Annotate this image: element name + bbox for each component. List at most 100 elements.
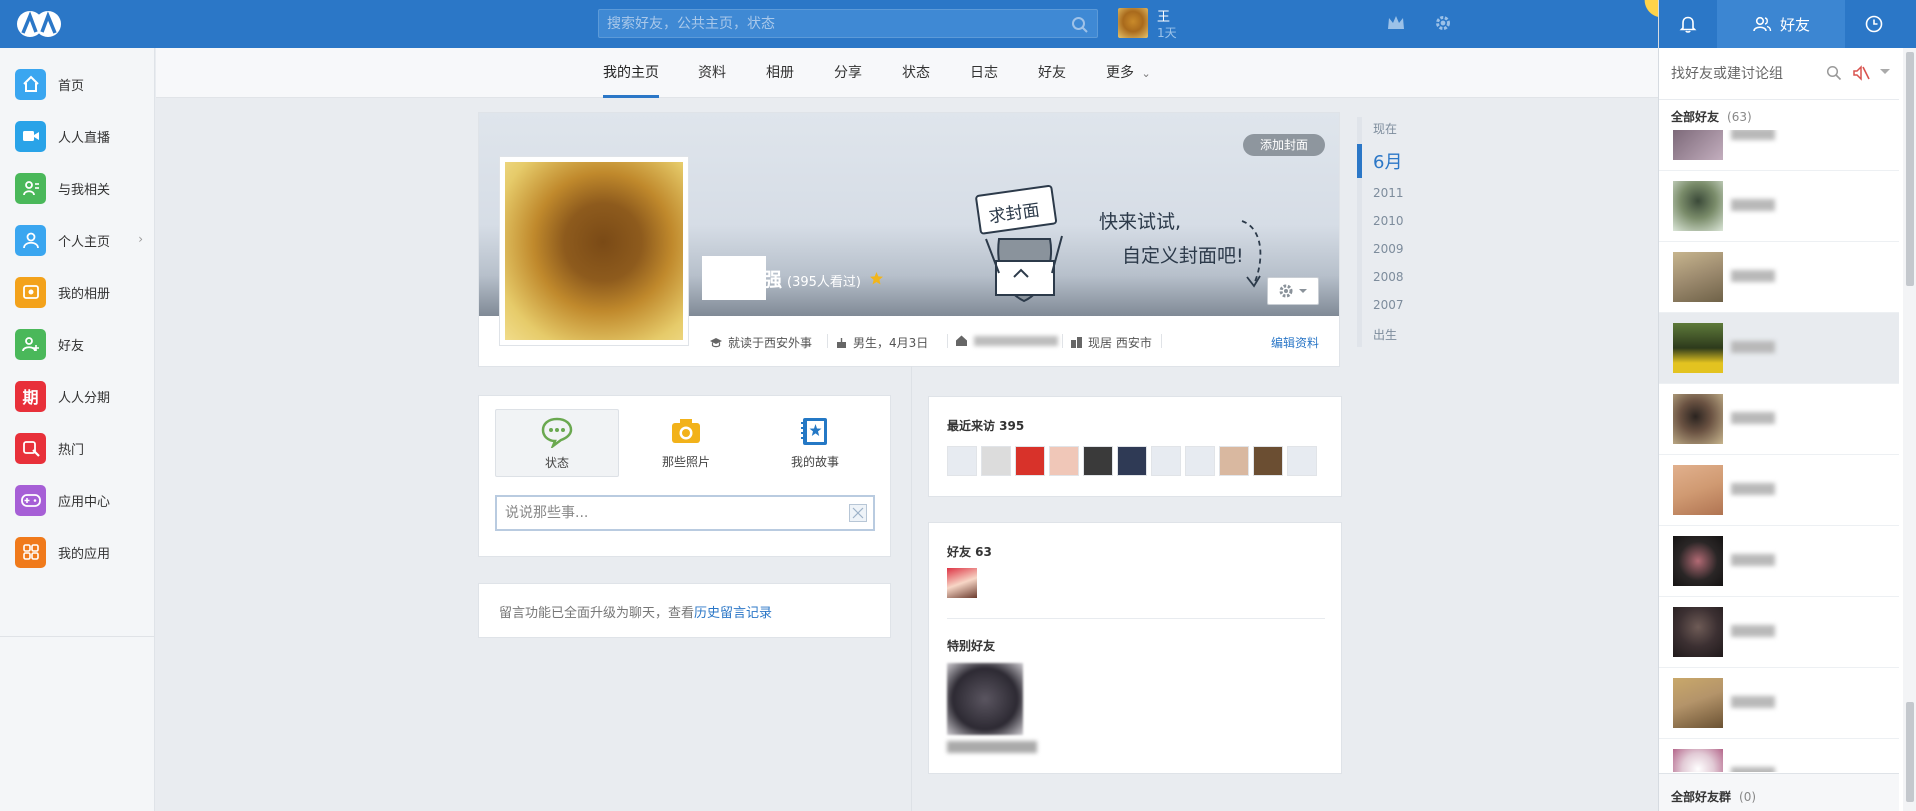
friend-avatar[interactable]: [947, 568, 977, 598]
friend-avatar: [1673, 181, 1723, 231]
friend-list-item[interactable]: [1659, 668, 1899, 739]
scrollbar-thumb[interactable]: [1906, 52, 1914, 286]
friend-list-item[interactable]: [1659, 384, 1899, 455]
sidebar-item-my-apps[interactable]: 我的应用: [0, 526, 155, 578]
friend-avatar: [1673, 749, 1723, 772]
sidebar-item-label: 热门: [58, 442, 85, 458]
timeline-item-2007[interactable]: 2007: [1373, 298, 1404, 312]
search-icon[interactable]: [1826, 65, 1842, 81]
search-icon[interactable]: [1071, 16, 1089, 34]
tab-albums[interactable]: 相册: [766, 62, 794, 82]
profile-cover-card: 添加封面 求封面 快来试试, 自定义封面吧! 强 (395人看过) 就读于西安外…: [478, 112, 1340, 367]
timeline-item-now[interactable]: 现在: [1373, 120, 1397, 137]
status-input[interactable]: 说说那些事...: [495, 495, 875, 531]
tab-blog[interactable]: 日志: [970, 62, 998, 82]
friend-list-item[interactable]: [1659, 597, 1899, 668]
timeline-item-birth[interactable]: 出生: [1373, 326, 1397, 343]
visitor-avatar[interactable]: [1015, 446, 1045, 476]
notifications-tab[interactable]: [1659, 0, 1717, 48]
sidebar-item-hot[interactable]: 热门: [0, 422, 155, 474]
special-friend-avatar[interactable]: [947, 663, 1023, 735]
tab-shares[interactable]: 分享: [834, 62, 862, 82]
special-friend-name-redacted[interactable]: [947, 741, 1037, 753]
profile-name-redacted: [702, 256, 766, 300]
cover-settings-button[interactable]: [1267, 277, 1319, 305]
friend-name-redacted: [1731, 625, 1775, 637]
all-friend-groups-header[interactable]: 全部好友群 (0): [1659, 773, 1899, 811]
publisher-tab-story[interactable]: 我的故事: [753, 409, 877, 477]
visitor-avatar[interactable]: [1219, 446, 1249, 476]
visitor-avatar[interactable]: [947, 446, 977, 476]
visitor-avatar[interactable]: [1287, 446, 1317, 476]
publisher-tab-photos[interactable]: 那些照片: [624, 409, 748, 477]
timeline-item-june[interactable]: 6月: [1373, 148, 1402, 174]
tab-profile-info[interactable]: 资料: [698, 62, 726, 82]
sound-muted-icon[interactable]: [1851, 63, 1871, 83]
friend-name-redacted: [1731, 696, 1775, 708]
apps-grid-icon: [15, 536, 46, 568]
friends-tab[interactable]: 好友: [1717, 0, 1845, 48]
visitor-avatar[interactable]: [1083, 446, 1113, 476]
friend-list: [1659, 130, 1899, 772]
user-name[interactable]: 王: [1157, 6, 1170, 25]
sidebar-item-home[interactable]: 首页: [0, 58, 155, 110]
friend-list-item[interactable]: [1659, 130, 1899, 171]
publisher-tab-status[interactable]: 状态: [495, 409, 619, 477]
star-icon[interactable]: [869, 271, 884, 286]
visitor-avatar[interactable]: [1151, 446, 1181, 476]
visitor-avatar[interactable]: [1049, 446, 1079, 476]
crown-icon[interactable]: [1386, 14, 1406, 32]
friend-list-item[interactable]: [1659, 455, 1899, 526]
sidebar-item-live[interactable]: 人人直播: [0, 110, 155, 162]
sidebar-item-profile[interactable]: 个人主页 ›: [0, 214, 155, 266]
friend-search-input[interactable]: [1671, 62, 1821, 86]
sidebar-item-app-center[interactable]: 应用中心: [0, 474, 155, 526]
timeline-item-2010[interactable]: 2010: [1373, 214, 1404, 228]
profile-name: 强: [763, 269, 783, 291]
friend-list-item[interactable]: [1659, 526, 1899, 597]
visitor-avatar[interactable]: [1253, 446, 1283, 476]
global-search-box[interactable]: [598, 9, 1098, 38]
friends-count-title[interactable]: 好友 63: [947, 543, 992, 560]
renren-logo-icon[interactable]: [14, 8, 64, 40]
sidebar-item-installment[interactable]: 期 人人分期: [0, 370, 155, 422]
message-notice-card: 留言功能已全面升级为聊天，查看历史留言记录: [478, 583, 891, 638]
user-avatar[interactable]: [1118, 8, 1148, 38]
friend-name-redacted: [1731, 130, 1775, 140]
friend-list-item[interactable]: [1659, 739, 1899, 772]
sidebar-item-label: 首页: [58, 78, 85, 94]
tab-status[interactable]: 状态: [902, 62, 930, 82]
friend-list-item[interactable]: [1659, 242, 1899, 313]
profile-avatar[interactable]: [505, 162, 683, 340]
recent-tab[interactable]: [1845, 0, 1903, 48]
gear-icon[interactable]: [1434, 14, 1452, 32]
timeline-item-2008[interactable]: 2008: [1373, 270, 1404, 284]
edit-profile-link[interactable]: 编辑资料: [1271, 334, 1319, 351]
sidebar-item-album[interactable]: 我的相册: [0, 266, 155, 318]
hot-icon: [15, 432, 46, 464]
sidebar-item-friends[interactable]: 好友: [0, 318, 155, 370]
publisher-tab-label: 状态: [544, 456, 569, 470]
scrollbar-thumb[interactable]: [1906, 702, 1914, 802]
side-panel-scrollbar[interactable]: [1903, 48, 1916, 811]
visitor-avatar[interactable]: [1185, 446, 1215, 476]
add-cover-button[interactable]: 添加封面: [1243, 134, 1325, 156]
history-messages-link[interactable]: 历史留言记录: [694, 606, 772, 621]
friend-list-item[interactable]: [1659, 171, 1899, 242]
global-search-input[interactable]: [599, 10, 1059, 37]
expand-icon[interactable]: [849, 504, 867, 522]
recent-visitors-card: 最近来访 395: [928, 396, 1342, 497]
recent-visitors-title[interactable]: 最近来访 395: [947, 417, 1024, 434]
info-separator: [947, 334, 948, 348]
visitor-avatar[interactable]: [1117, 446, 1147, 476]
friend-list-item[interactable]: [1659, 313, 1899, 384]
timeline-item-2011[interactable]: 2011: [1373, 186, 1404, 200]
all-friends-group-header[interactable]: 全部好友 (63): [1671, 108, 1752, 125]
timeline-item-2009[interactable]: 2009: [1373, 242, 1404, 256]
tab-my-home[interactable]: 我的主页: [603, 62, 659, 82]
tab-more[interactable]: 更多 ⌄: [1106, 62, 1151, 82]
chevron-down-icon[interactable]: [1879, 68, 1891, 76]
sidebar-item-related[interactable]: 与我相关: [0, 162, 155, 214]
tab-friends[interactable]: 好友: [1038, 62, 1066, 82]
visitor-avatar[interactable]: [981, 446, 1011, 476]
